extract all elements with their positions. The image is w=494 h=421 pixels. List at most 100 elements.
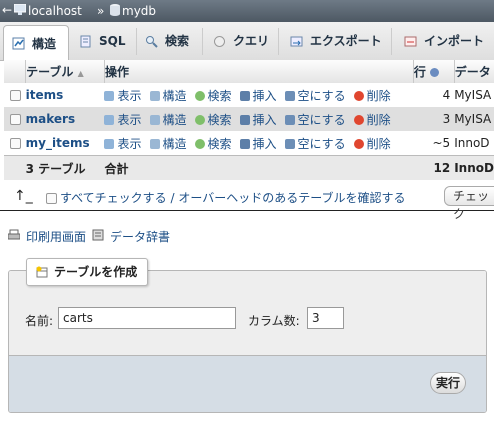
search-link[interactable]: 検索: [194, 89, 232, 103]
check-all-link[interactable]: すべてチェックする / オーバーヘッドのあるテーブルを確認する: [60, 189, 406, 206]
help-icon: [430, 68, 440, 77]
sql-icon: [80, 35, 91, 48]
total-rows: 12: [413, 155, 455, 180]
empty-icon: [284, 138, 295, 149]
search-link[interactable]: 検索: [194, 137, 232, 151]
search-icon: [194, 114, 205, 125]
row-type: InnoD: [454, 131, 494, 156]
browse-link[interactable]: 表示: [104, 137, 142, 151]
new-table-icon: [36, 266, 48, 278]
data-dictionary-icon: [92, 229, 104, 241]
drop-icon: [353, 138, 364, 149]
table-count: 3 テーブル: [25, 155, 105, 180]
database-icon: [110, 4, 120, 16]
drop-link[interactable]: 削除: [353, 137, 391, 151]
row-count: 4: [413, 83, 455, 107]
check-all-checkbox[interactable]: [46, 193, 57, 204]
columns-count-input[interactable]: 3: [307, 307, 344, 329]
empty-link[interactable]: 空にする: [284, 113, 346, 127]
structure-link[interactable]: 構造: [149, 89, 187, 103]
tab-structure[interactable]: 構造: [3, 25, 69, 61]
table-footer-row: 3 テーブル 合計 12 InnoD: [4, 155, 494, 180]
col-header-data: データ: [454, 60, 494, 83]
row-checkbox[interactable]: [10, 90, 21, 101]
empty-icon: [284, 114, 295, 125]
browse-link[interactable]: 表示: [104, 89, 142, 103]
tables-table: テーブル ▲ 操作 行 データ items 表示 構造 検索 挿入 空にする 削除 4 M…: [4, 60, 494, 180]
row-count: ~5: [413, 131, 455, 156]
go-button[interactable]: 実行: [430, 372, 466, 394]
insert-link[interactable]: 挿入: [239, 137, 277, 151]
tab-bar: 構造 SQL 検索 クエリ エクスポート インポート: [0, 22, 494, 61]
table-row: my_items 表示 構造 検索 挿入 空にする 削除 ~5 InnoD: [4, 131, 494, 156]
search-icon: [194, 90, 205, 101]
table-name-link[interactable]: makers: [26, 112, 75, 126]
insert-icon: [239, 138, 250, 149]
table-name-link[interactable]: my_items: [26, 136, 90, 150]
arrow-up-icon: ↑_: [14, 188, 33, 204]
table-row: items 表示 構造 検索 挿入 空にする 削除 4 MyISA: [4, 83, 494, 107]
printer-icon: [8, 229, 20, 240]
create-table-fieldset: [8, 270, 487, 413]
table-name-link[interactable]: items: [26, 88, 64, 102]
breadcrumb-server[interactable]: localhost: [28, 3, 82, 19]
breadcrumb-bar: ← localhost » mydb: [0, 0, 494, 22]
col-header-rows[interactable]: 行: [413, 60, 455, 83]
sort-asc-icon: ▲: [77, 69, 84, 78]
structure-link[interactable]: 構造: [149, 137, 187, 151]
table-header-row: テーブル ▲ 操作 行 データ: [4, 60, 494, 83]
table-row: makers 表示 構造 検索 挿入 空にする 削除 3 MyISA: [4, 107, 494, 131]
empty-link[interactable]: 空にする: [284, 89, 346, 103]
col-header-action: 操作: [104, 60, 414, 83]
browse-icon: [104, 138, 115, 149]
row-type: MyISA: [454, 83, 494, 107]
drop-icon: [353, 90, 364, 101]
structure-link[interactable]: 構造: [149, 113, 187, 127]
name-label: 名前:: [25, 314, 54, 328]
row-count: 3: [413, 107, 455, 131]
browse-icon: [104, 90, 115, 101]
drop-link[interactable]: 削除: [353, 113, 391, 127]
check-all-bar: ↑_ すべてチェックする / オーバーヘッドのあるテーブルを確認する チェック: [0, 182, 494, 221]
breadcrumb-separator: »: [97, 4, 105, 18]
col-header-table[interactable]: テーブル ▲: [25, 60, 105, 83]
tab-search[interactable]: 検索: [137, 28, 203, 55]
drop-link[interactable]: 削除: [353, 89, 391, 103]
search-link[interactable]: 検索: [194, 113, 232, 127]
insert-link[interactable]: 挿入: [239, 113, 277, 127]
browse-link[interactable]: 表示: [104, 113, 142, 127]
breadcrumb-database[interactable]: mydb: [122, 3, 156, 19]
tab-query[interactable]: クエリ: [205, 28, 279, 55]
print-view-link[interactable]: 印刷用画面: [26, 228, 86, 245]
structure-icon: [149, 138, 160, 149]
server-icon: [14, 4, 26, 15]
row-checkbox[interactable]: [10, 138, 21, 149]
structure-icon: [12, 37, 25, 50]
tab-sql[interactable]: SQL: [71, 28, 137, 55]
search-icon: [194, 138, 205, 149]
back-arrow-icon[interactable]: ←: [0, 0, 14, 22]
data-dictionary-link[interactable]: データ辞書: [110, 228, 170, 245]
table-name-input[interactable]: carts: [58, 307, 236, 329]
row-checkbox[interactable]: [10, 114, 21, 125]
import-icon: [404, 36, 417, 47]
empty-link[interactable]: 空にする: [284, 137, 346, 151]
insert-link[interactable]: 挿入: [239, 89, 277, 103]
columns-label: カラム数:: [248, 314, 300, 328]
total-type: InnoD: [454, 155, 494, 180]
structure-icon: [149, 114, 160, 125]
insert-icon: [239, 90, 250, 101]
create-table-legend: テーブルを作成: [26, 258, 149, 286]
empty-icon: [284, 90, 295, 101]
with-selected-select[interactable]: チェック: [444, 186, 494, 221]
tab-import[interactable]: インポート: [396, 28, 494, 55]
export-icon: [290, 36, 303, 47]
tab-export[interactable]: エクスポート: [282, 28, 392, 55]
row-type: MyISA: [454, 107, 494, 131]
insert-icon: [239, 114, 250, 125]
sum-label: 合計: [104, 155, 414, 180]
drop-icon: [353, 114, 364, 125]
structure-icon: [149, 90, 160, 101]
browse-icon: [104, 114, 115, 125]
query-icon: [214, 36, 225, 47]
